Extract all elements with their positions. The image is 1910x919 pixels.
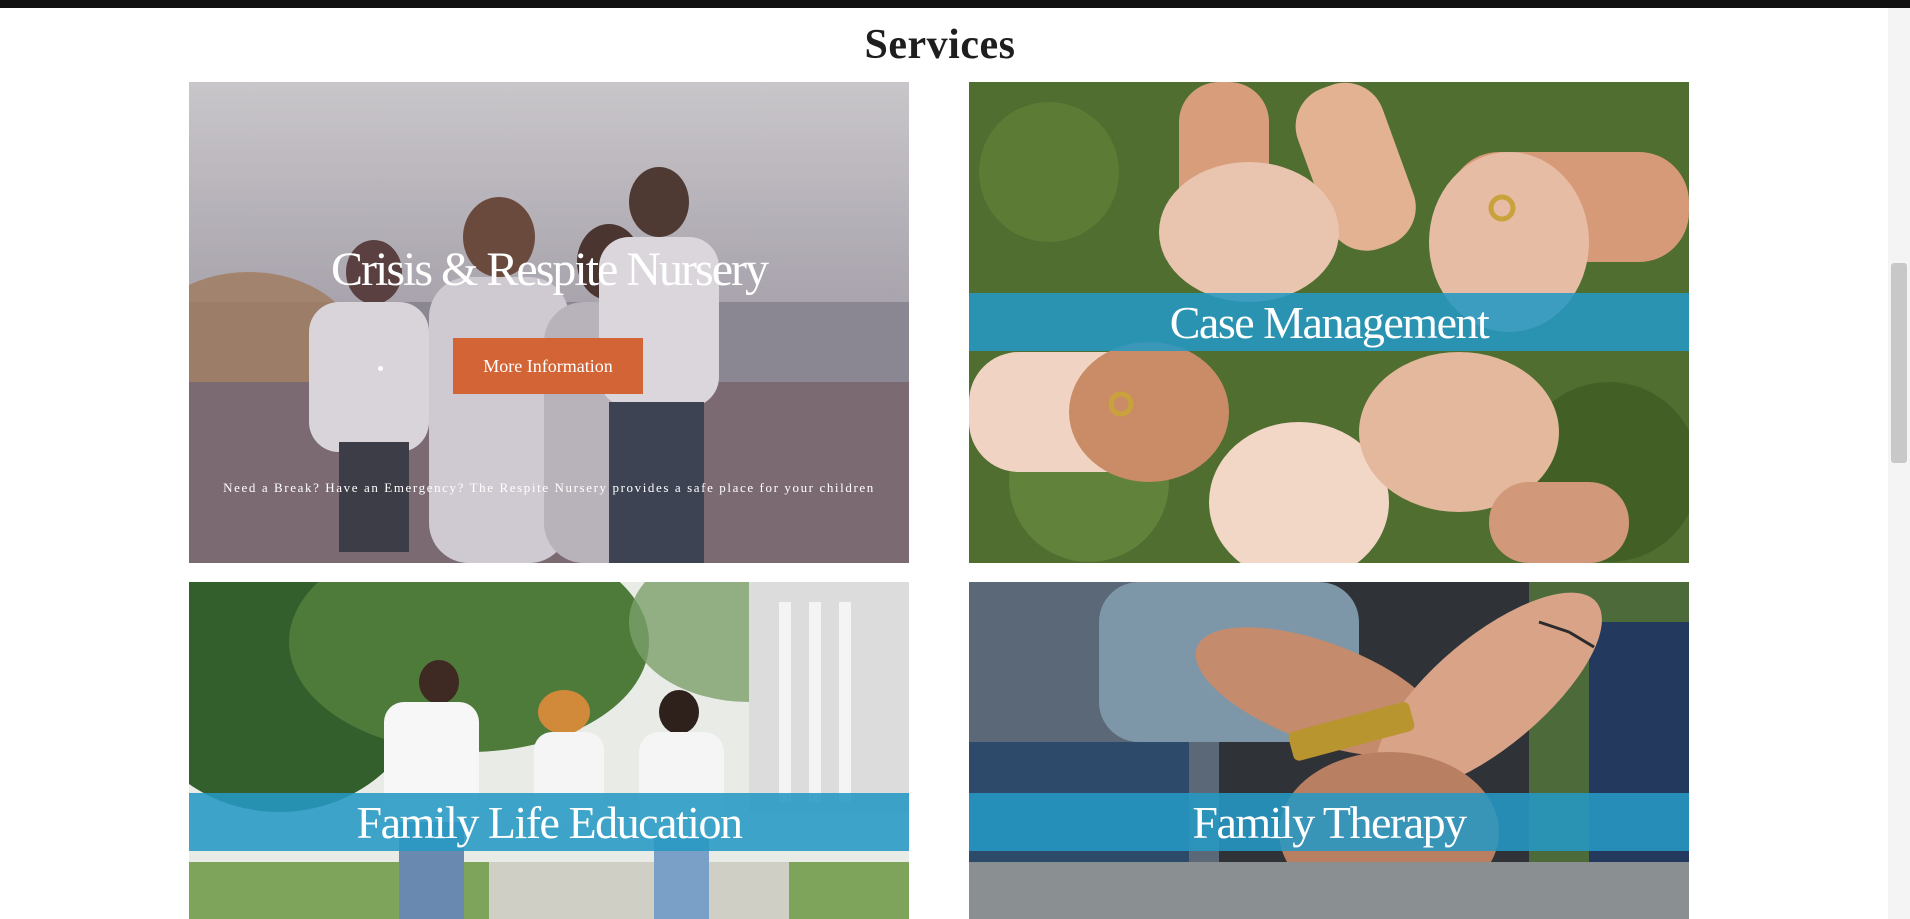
card-title-band: Family Therapy <box>969 793 1689 851</box>
service-card-case-management[interactable]: Case Management <box>969 82 1689 563</box>
scrollbar-thumb[interactable] <box>1891 263 1907 463</box>
card-title: Family Life Education <box>356 796 743 848</box>
card-title-band: Family Life Education <box>189 793 909 851</box>
page-scrollbar[interactable] <box>1888 8 1910 919</box>
service-card-crisis-respite-nursery[interactable]: Crisis & Respite Nursery More Informatio… <box>189 82 909 563</box>
service-card-family-life-education[interactable]: Family Life Education <box>189 582 909 919</box>
service-card-family-therapy[interactable]: Family Therapy <box>969 582 1689 919</box>
card-title: Crisis & Respite Nursery <box>331 243 769 296</box>
card-caption: Need a Break? Have an Emergency? The Res… <box>223 480 875 495</box>
holding-hands-photo <box>969 582 1689 919</box>
carousel-dot <box>378 366 383 371</box>
card-title-band: Case Management <box>969 293 1689 351</box>
card-title: Family Therapy <box>1192 796 1467 848</box>
section-heading: Services <box>864 22 1016 69</box>
more-information-button[interactable]: More Information <box>453 338 643 394</box>
family-park-photo <box>189 582 909 919</box>
window-top-edge <box>0 0 1910 8</box>
card-title: Case Management <box>1169 296 1490 348</box>
